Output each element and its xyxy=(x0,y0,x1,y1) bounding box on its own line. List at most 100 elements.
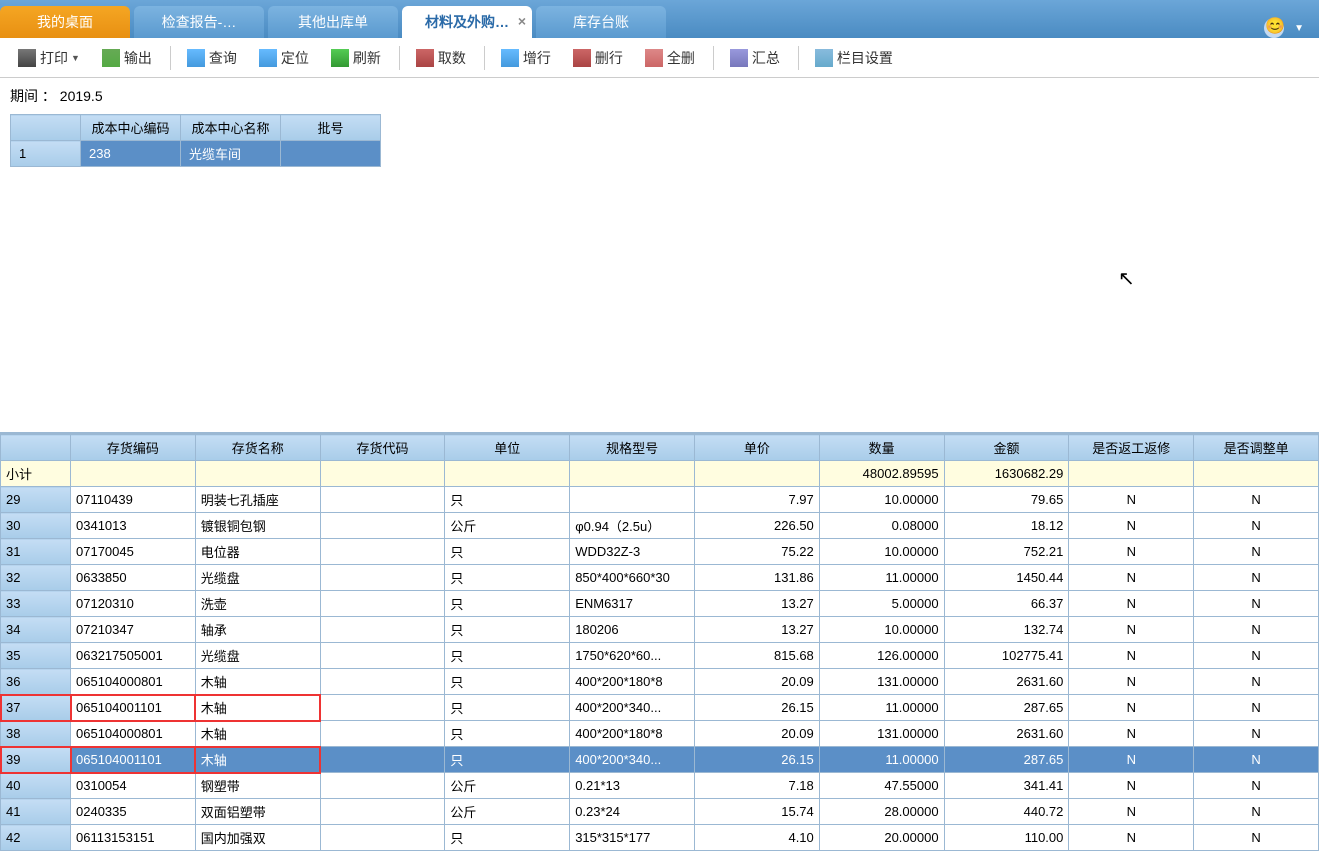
cell-qty[interactable]: 126.00000 xyxy=(819,643,944,669)
cell-rework[interactable]: N xyxy=(1069,643,1194,669)
cell-qty[interactable]: 20.00000 xyxy=(819,825,944,851)
cell-spec[interactable]: 0.23*24 xyxy=(570,799,695,825)
cell-qty[interactable]: 131.00000 xyxy=(819,669,944,695)
cell-alt[interactable] xyxy=(320,591,445,617)
cell-unit[interactable]: 只 xyxy=(445,487,570,513)
cell-code[interactable]: 07170045 xyxy=(71,539,196,565)
cell-qty[interactable]: 10.00000 xyxy=(819,617,944,643)
summary-button[interactable]: 汇总 xyxy=(720,44,790,72)
tab-0[interactable]: 我的桌面 xyxy=(0,6,130,38)
cell-unit[interactable]: 只 xyxy=(445,721,570,747)
col-batch[interactable]: 批号 xyxy=(281,115,381,141)
cell-name[interactable]: 洗壶 xyxy=(195,591,320,617)
cell-code[interactable]: 06113153151 xyxy=(71,825,196,851)
tab-3[interactable]: 材料及外购…× xyxy=(402,6,532,38)
cell-unit[interactable]: 只 xyxy=(445,565,570,591)
cell-amt[interactable]: 752.21 xyxy=(944,539,1069,565)
cell-amt[interactable]: 341.41 xyxy=(944,773,1069,799)
cell-unit[interactable]: 只 xyxy=(445,669,570,695)
col-6[interactable]: 数量 xyxy=(819,435,944,461)
delrow-button[interactable]: 删行 xyxy=(563,44,633,72)
cell-amt[interactable]: 66.37 xyxy=(944,591,1069,617)
colset-button[interactable]: 栏目设置 xyxy=(805,44,903,72)
cell-rework[interactable]: N xyxy=(1069,747,1194,773)
query-button[interactable]: 查询 xyxy=(177,44,247,72)
cell-unit[interactable]: 只 xyxy=(445,539,570,565)
cell-adjust[interactable]: N xyxy=(1194,643,1319,669)
cell-amt[interactable]: 2631.60 xyxy=(944,669,1069,695)
cell-unit[interactable]: 只 xyxy=(445,695,570,721)
cell-code[interactable]: 065104000801 xyxy=(71,669,196,695)
cell-spec[interactable]: 180206 xyxy=(570,617,695,643)
cell-spec[interactable]: ENM6317 xyxy=(570,591,695,617)
cell-unit[interactable]: 只 xyxy=(445,747,570,773)
cell-spec[interactable]: WDD32Z-3 xyxy=(570,539,695,565)
table-row[interactable]: 410240335双面铝塑带公斤0.23*2415.7428.00000440.… xyxy=(1,799,1319,825)
col-8[interactable]: 是否返工返修 xyxy=(1069,435,1194,461)
cell-adjust[interactable]: N xyxy=(1194,721,1319,747)
cell-qty[interactable]: 11.00000 xyxy=(819,565,944,591)
col-5[interactable]: 单价 xyxy=(694,435,819,461)
cell-amt[interactable]: 1450.44 xyxy=(944,565,1069,591)
col-4[interactable]: 规格型号 xyxy=(570,435,695,461)
cell-amt[interactable]: 132.74 xyxy=(944,617,1069,643)
cell-rework[interactable]: N xyxy=(1069,825,1194,851)
cell-code[interactable]: 065104001101 xyxy=(71,747,196,773)
table-row[interactable]: 37065104001101木轴只400*200*340...26.1511.0… xyxy=(1,695,1319,721)
cell-qty[interactable]: 131.00000 xyxy=(819,721,944,747)
cell-name[interactable]: 明装七孔插座 xyxy=(195,487,320,513)
cell-name[interactable]: 镀银铜包钢 xyxy=(195,513,320,539)
cell-code[interactable]: 07110439 xyxy=(71,487,196,513)
cell-unit[interactable]: 只 xyxy=(445,617,570,643)
cell-rework[interactable]: N xyxy=(1069,721,1194,747)
inventory-table[interactable]: 存货编码存货名称存货代码单位规格型号单价数量金额是否返工返修是否调整单 小计48… xyxy=(0,434,1319,851)
cell-alt[interactable] xyxy=(320,617,445,643)
cell-adjust[interactable]: N xyxy=(1194,695,1319,721)
cell-name[interactable]: 木轴 xyxy=(195,669,320,695)
tab-4[interactable]: 库存台账 xyxy=(536,6,666,38)
cell-alt[interactable] xyxy=(320,643,445,669)
cell-name[interactable]: 光缆盘 xyxy=(195,565,320,591)
cell-amt[interactable]: 287.65 xyxy=(944,695,1069,721)
cell-spec[interactable]: 400*200*340... xyxy=(570,695,695,721)
cell-amt[interactable]: 287.65 xyxy=(944,747,1069,773)
table-row[interactable]: 38065104000801木轴只400*200*180*820.09131.0… xyxy=(1,721,1319,747)
main-table-wrap[interactable]: 存货编码存货名称存货代码单位规格型号单价数量金额是否返工返修是否调整单 小计48… xyxy=(0,432,1319,851)
col-2[interactable]: 存货代码 xyxy=(320,435,445,461)
cell-spec[interactable]: 0.21*13 xyxy=(570,773,695,799)
cell-amt[interactable]: 102775.41 xyxy=(944,643,1069,669)
refresh-button[interactable]: 刷新 xyxy=(321,44,391,72)
cell-adjust[interactable]: N xyxy=(1194,617,1319,643)
cell-price[interactable]: 15.74 xyxy=(694,799,819,825)
cell-name[interactable]: 光缆盘 xyxy=(195,643,320,669)
cell-rework[interactable]: N xyxy=(1069,591,1194,617)
table-row[interactable]: 400310054钢塑带公斤0.21*137.1847.55000341.41N… xyxy=(1,773,1319,799)
cell-amt[interactable]: 110.00 xyxy=(944,825,1069,851)
cell-price[interactable]: 20.09 xyxy=(694,669,819,695)
cell-name[interactable]: 电位器 xyxy=(195,539,320,565)
locate-button[interactable]: 定位 xyxy=(249,44,319,72)
cell-alt[interactable] xyxy=(320,565,445,591)
cell-price[interactable]: 7.18 xyxy=(694,773,819,799)
table-row[interactable]: 3307120310洗壶只ENM631713.275.0000066.37NN xyxy=(1,591,1319,617)
col-3[interactable]: 单位 xyxy=(445,435,570,461)
cell-price[interactable]: 26.15 xyxy=(694,747,819,773)
cell-alt[interactable] xyxy=(320,669,445,695)
col-costcenter-name[interactable]: 成本中心名称 xyxy=(181,115,281,141)
cell-spec[interactable]: 400*200*180*8 xyxy=(570,721,695,747)
cell-code[interactable]: 0341013 xyxy=(71,513,196,539)
cell-price[interactable]: 75.22 xyxy=(694,539,819,565)
cell-amt[interactable]: 440.72 xyxy=(944,799,1069,825)
cell-alt[interactable] xyxy=(320,773,445,799)
cell-code[interactable]: 0633850 xyxy=(71,565,196,591)
tab-2[interactable]: 其他出库单 xyxy=(268,6,398,38)
cell-price[interactable]: 131.86 xyxy=(694,565,819,591)
cell-qty[interactable]: 5.00000 xyxy=(819,591,944,617)
cell-adjust[interactable]: N xyxy=(1194,669,1319,695)
cell-qty[interactable]: 11.00000 xyxy=(819,747,944,773)
user-smiley-icon[interactable] xyxy=(1264,18,1284,38)
cell-adjust[interactable]: N xyxy=(1194,565,1319,591)
cell-adjust[interactable]: N xyxy=(1194,539,1319,565)
cell-spec[interactable] xyxy=(570,487,695,513)
cell-rework[interactable]: N xyxy=(1069,669,1194,695)
